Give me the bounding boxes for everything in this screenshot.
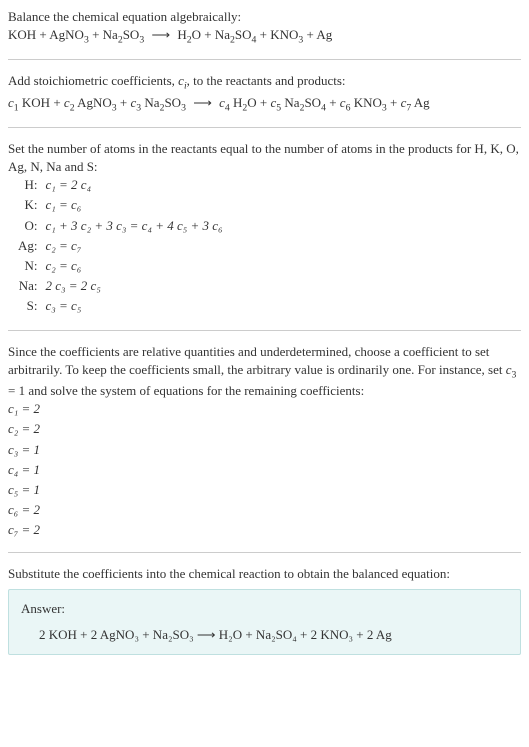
- balance-eq: c₂ = c₇: [42, 237, 227, 257]
- solve-text: Since the coefficients are relative quan…: [8, 343, 521, 401]
- term: AgNO: [75, 95, 112, 110]
- table-row: Na:2 c₃ = 2 c₅: [14, 277, 227, 297]
- stoich-equation: c1 KOH + c2 AgNO3 + c3 Na2SO3 ⟶ c4 H2O +…: [8, 94, 521, 115]
- table-row: Ag:c₂ = c₇: [14, 237, 227, 257]
- term: KNO: [350, 95, 381, 110]
- answer-box: Answer: 2 KOH + 2 AgNO₃ + Na₂SO₃ ⟶ H₂O +…: [8, 589, 521, 655]
- balance-eq: c₁ + 3 c₂ + 3 c₃ = c₄ + 4 c₅ + 3 c₆: [42, 217, 227, 237]
- sub-3: 3: [139, 35, 144, 46]
- arrow-icon: ⟶: [189, 95, 216, 110]
- answer-label: Answer:: [21, 600, 508, 618]
- stoich-text: Add stoichiometric coefficients, ci, to …: [8, 72, 521, 93]
- balanced-equation: 2 KOH + 2 AgNO₃ + Na₂SO₃ ⟶ H₂O + Na₂SO₄ …: [21, 626, 508, 644]
- eq-part: KOH + AgNO: [8, 27, 84, 42]
- term: Ag: [411, 95, 429, 110]
- eq-part: SO: [123, 27, 140, 42]
- divider: [8, 59, 521, 60]
- text-part: Add stoichiometric coefficients,: [8, 73, 178, 88]
- table-row: N:c₂ = c₆: [14, 257, 227, 277]
- element-label: S:: [14, 297, 42, 317]
- c3-sub: 3: [512, 369, 517, 380]
- solve-section: Since the coefficients are relative quan…: [8, 343, 521, 540]
- eq-part: O + Na: [192, 27, 230, 42]
- element-label: Na:: [14, 277, 42, 297]
- term: +: [387, 95, 401, 110]
- arrow-icon: ⟶: [147, 27, 174, 42]
- unbalanced-equation: KOH + AgNO3 + Na2SO3 ⟶ H2O + Na2SO4 + KN…: [8, 26, 521, 47]
- element-label: H:: [14, 176, 42, 196]
- text-part: , to the reactants and products:: [187, 73, 346, 88]
- atom-balance-table: H:c₁ = 2 c₄ K:c₁ = c₆ O:c₁ + 3 c₂ + 3 c₃…: [14, 176, 227, 317]
- coef-line: c₆ = 2: [8, 501, 521, 519]
- coef-line: c₁ = 2: [8, 400, 521, 418]
- substitute-text: Substitute the coefficients into the che…: [8, 565, 521, 583]
- table-row: K:c₁ = c₆: [14, 196, 227, 216]
- term: SO: [304, 95, 321, 110]
- atom-balance-section: Set the number of atoms in the reactants…: [8, 140, 521, 318]
- term: KOH +: [19, 95, 64, 110]
- table-row: S:c₃ = c₅: [14, 297, 227, 317]
- table-row: O:c₁ + 3 c₂ + 3 c₃ = c₄ + 4 c₅ + 3 c₆: [14, 217, 227, 237]
- coefficient-list: c₁ = 2 c₂ = 2 c₃ = 1 c₄ = 1 c₅ = 1 c₆ = …: [8, 400, 521, 539]
- term: Na: [141, 95, 159, 110]
- eq-part: + Na: [89, 27, 118, 42]
- eq-part: + KNO: [256, 27, 298, 42]
- coef-line: c₅ = 1: [8, 481, 521, 499]
- coef-line: c₂ = 2: [8, 420, 521, 438]
- coef-line: c₄ = 1: [8, 461, 521, 479]
- substitute-section: Substitute the coefficients into the che…: [8, 565, 521, 656]
- balance-eq: c₂ = c₆: [42, 257, 227, 277]
- balance-eq: 2 c₃ = 2 c₅: [42, 277, 227, 297]
- atom-balance-text: Set the number of atoms in the reactants…: [8, 140, 521, 176]
- balance-eq: c₃ = c₅: [42, 297, 227, 317]
- term: O +: [247, 95, 270, 110]
- term: +: [117, 95, 131, 110]
- coef-line: c₃ = 1: [8, 441, 521, 459]
- text-part: Since the coefficients are relative quan…: [8, 344, 506, 377]
- element-label: O:: [14, 217, 42, 237]
- element-label: K:: [14, 196, 42, 216]
- text-part: = 1 and solve the system of equations fo…: [8, 383, 364, 398]
- eq-part: SO: [235, 27, 252, 42]
- coef-line: c₇ = 2: [8, 521, 521, 539]
- element-label: N:: [14, 257, 42, 277]
- element-label: Ag:: [14, 237, 42, 257]
- term: H: [230, 95, 243, 110]
- divider: [8, 127, 521, 128]
- sub-3: 3: [181, 102, 186, 113]
- term: SO: [164, 95, 181, 110]
- divider: [8, 330, 521, 331]
- table-row: H:c₁ = 2 c₄: [14, 176, 227, 196]
- term: +: [326, 95, 340, 110]
- intro-text: Balance the chemical equation algebraica…: [8, 8, 521, 26]
- divider: [8, 552, 521, 553]
- balance-eq: c₁ = 2 c₄: [42, 176, 227, 196]
- eq-part: H: [177, 27, 186, 42]
- balance-eq: c₁ = c₆: [42, 196, 227, 216]
- stoich-section: Add stoichiometric coefficients, ci, to …: [8, 72, 521, 114]
- eq-part: + Ag: [303, 27, 332, 42]
- intro-section: Balance the chemical equation algebraica…: [8, 8, 521, 47]
- term: Na: [281, 95, 299, 110]
